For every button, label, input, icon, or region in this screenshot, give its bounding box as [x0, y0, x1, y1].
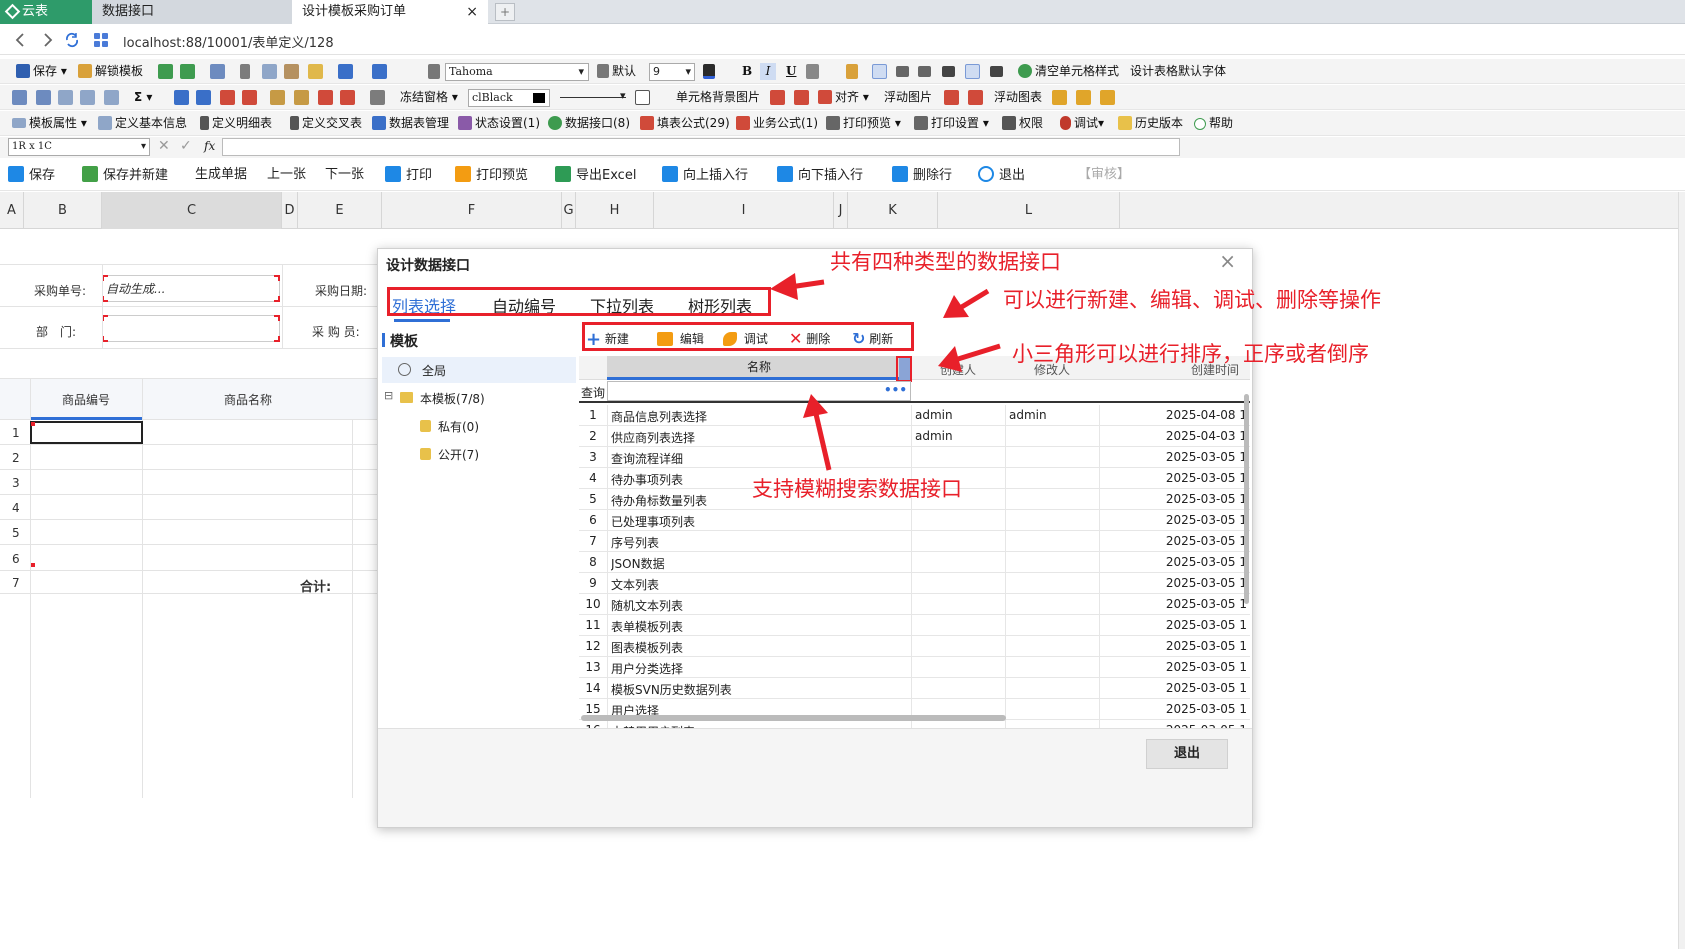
annotation-arrows	[770, 273, 1001, 471]
